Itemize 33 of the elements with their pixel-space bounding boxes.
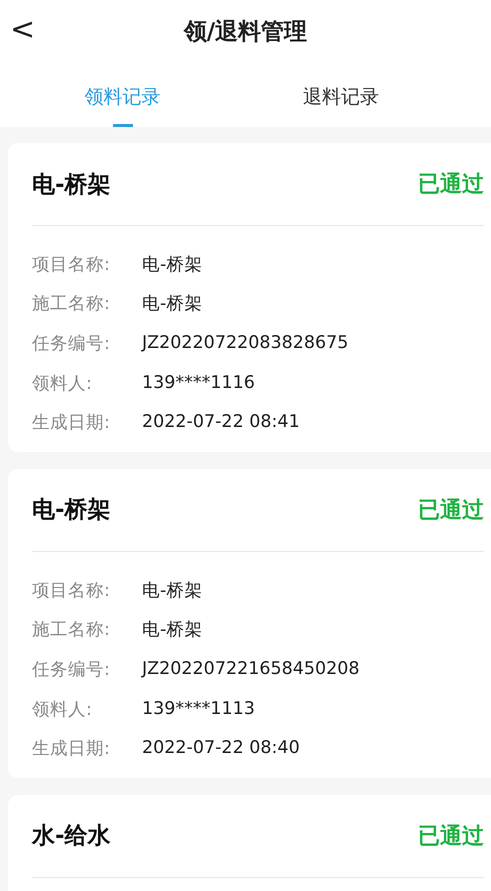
tab-indicator <box>112 124 132 127</box>
field-label: 领料人: <box>32 698 93 721</box>
page-title: 领/退料管理 <box>184 18 308 46</box>
status-label: 已通过 <box>418 171 484 199</box>
status-label: 已通过 <box>418 496 484 525</box>
tab[interactable]: 退料记录 <box>303 84 379 110</box>
field-label: 任务编号: <box>32 658 111 681</box>
field-value: 139****1113 <box>142 698 255 719</box>
field-label: 生成日期: <box>32 412 111 434</box>
status-label: 已通过 <box>418 822 484 851</box>
field-label: 领料人: <box>32 372 93 395</box>
field-value: 电-桥架 <box>142 619 202 642</box>
field-value: 电-桥架 <box>142 293 202 316</box>
field-value: 电-桥架 <box>142 254 202 276</box>
back-button[interactable]: < <box>10 12 36 47</box>
field-value: 电-桥架 <box>142 580 202 602</box>
field-value: JZ20220722083828675 <box>142 332 348 353</box>
record-title: 电-桥架 <box>32 496 111 526</box>
field-label: 项目名称: <box>32 254 111 276</box>
record-card[interactable]: 电-桥架 已通过 项目名称: 电-桥架 施工名称: 电-桥架 任务编号: JZ202207221658450208 领料人: 139****1113 生成日期: 2022-07-22 08:40 <box>8 468 491 778</box>
record-card[interactable]: 电-桥架 已通过 项目名称: 电-桥架 施工名称: 电-桥架 任务编号: JZ20220722083828675 领料人: 139****1116 生成日期: 2022-07-22 08:41 <box>8 143 491 452</box>
field-value: 2022-07-22 08:40 <box>142 738 300 758</box>
field-label: 任务编号: <box>32 332 111 355</box>
field-label: 施工名称: <box>32 619 111 642</box>
record-card[interactable]: 水-给水 已通过 <box>8 794 491 891</box>
field-label: 施工名称: <box>32 293 111 316</box>
field-value: JZ202207221658450208 <box>142 658 360 679</box>
field-value: 139****1116 <box>142 372 255 393</box>
field-value: 2022-07-22 08:41 <box>142 412 300 432</box>
field-label: 生成日期: <box>32 738 111 760</box>
field-label: 项目名称: <box>32 580 111 602</box>
record-title: 电-桥架 <box>32 170 111 200</box>
record-title: 水-给水 <box>32 822 111 852</box>
